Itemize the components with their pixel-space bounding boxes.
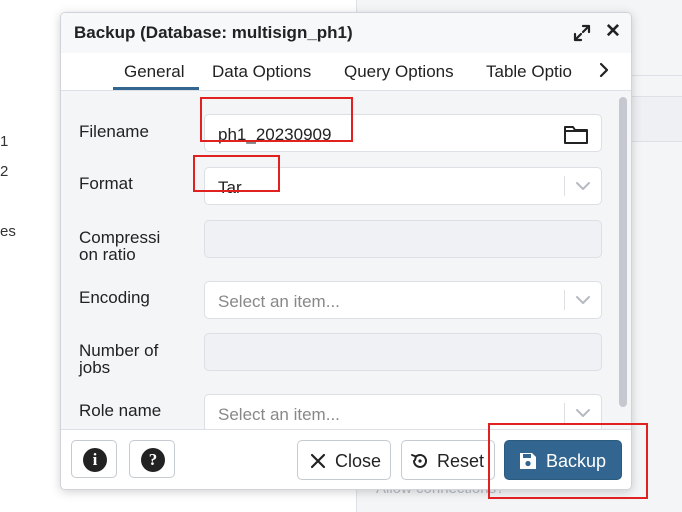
- filename-value: ph1_20230909: [218, 125, 332, 144]
- folder-icon[interactable]: [563, 123, 589, 145]
- reset-icon: [410, 451, 430, 471]
- x-icon: [308, 451, 328, 471]
- compression-ratio-input[interactable]: [204, 220, 602, 258]
- role-name-placeholder: Select an item...: [218, 405, 340, 424]
- format-value: Tar: [218, 178, 242, 197]
- encoding-placeholder: Select an item...: [218, 292, 340, 311]
- reset-button[interactable]: Reset: [401, 440, 495, 480]
- tab-data-options[interactable]: Data Options: [212, 62, 311, 82]
- backup-button[interactable]: Backup: [504, 440, 622, 480]
- help-icon: ?: [141, 448, 165, 472]
- tab-table-options[interactable]: Table Optio: [486, 62, 572, 82]
- tab-bar: General Data Options Query Options Table…: [61, 53, 631, 91]
- close-icon[interactable]: ✕: [603, 22, 623, 42]
- compression-ratio-label: Compressi: [79, 228, 161, 247]
- role-name-select[interactable]: Select an item...: [204, 394, 602, 429]
- backup-dialog: Backup (Database: multisign_ph1) ✕ Gener…: [60, 12, 632, 490]
- chevron-right-icon[interactable]: [597, 61, 611, 84]
- background-tree-panel: 1 2 es: [0, 0, 62, 512]
- encoding-label: Encoding: [79, 288, 150, 307]
- filename-label: Filename: [79, 122, 149, 141]
- info-icon: i: [83, 448, 107, 472]
- active-tab-indicator: [113, 87, 199, 90]
- number-of-jobs-label: Number of: [79, 341, 159, 360]
- compression-ratio-label-cont: on ratio: [79, 245, 136, 264]
- encoding-select[interactable]: Select an item...: [204, 281, 602, 319]
- form-body: Filename ph1_20230909 Format Tar Compres…: [61, 91, 631, 429]
- tab-query-options[interactable]: Query Options: [344, 62, 454, 82]
- background-text: 1: [0, 133, 9, 150]
- tab-general[interactable]: General: [124, 62, 184, 82]
- chevron-down-icon[interactable]: [574, 291, 592, 309]
- close-button[interactable]: Close: [297, 440, 391, 480]
- expand-icon[interactable]: [572, 23, 592, 43]
- chevron-down-icon[interactable]: [574, 177, 592, 195]
- scrollbar[interactable]: [619, 97, 627, 407]
- number-of-jobs-label-cont: jobs: [79, 358, 111, 377]
- dialog-footer: i ? Close Reset Backup: [61, 429, 631, 489]
- reset-button-label: Reset: [437, 451, 485, 471]
- format-select[interactable]: Tar: [204, 167, 602, 205]
- number-of-jobs-input[interactable]: [204, 333, 602, 371]
- background-text: es: [0, 223, 16, 240]
- backup-button-label: Backup: [546, 451, 607, 471]
- dialog-title-bar[interactable]: Backup (Database: multisign_ph1) ✕: [61, 13, 631, 53]
- format-label: Format: [79, 174, 133, 193]
- help-button[interactable]: ?: [129, 440, 175, 478]
- role-name-label: Role name: [79, 401, 162, 420]
- filename-field[interactable]: ph1_20230909: [204, 114, 602, 152]
- chevron-down-icon[interactable]: [574, 404, 592, 422]
- close-button-label: Close: [335, 451, 382, 471]
- background-text: 2: [0, 163, 9, 180]
- info-button[interactable]: i: [71, 440, 117, 478]
- dialog-title: Backup (Database: multisign_ph1): [74, 23, 353, 42]
- save-icon: [518, 451, 538, 471]
